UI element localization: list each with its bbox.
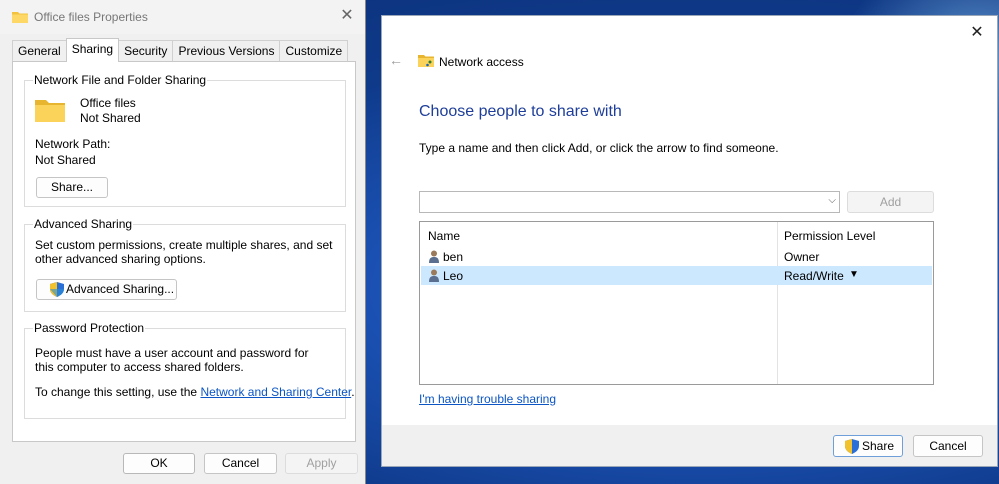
tab-security[interactable]: Security: [118, 40, 174, 61]
add-button[interactable]: Add: [847, 191, 934, 213]
password-protection-group-title: Password Protection: [33, 321, 146, 335]
user-row-ben[interactable]: ben Owner: [421, 247, 932, 266]
advanced-sharing-button-label: Advanced Sharing...: [66, 282, 175, 296]
sharing-tab-panel: Network File and Folder Sharing Office f…: [12, 61, 356, 442]
folder-name: Office files: [80, 96, 136, 110]
network-sharing-group: Network File and Folder Sharing Office f…: [24, 73, 346, 207]
properties-titlebar: Office files Properties ✕: [0, 0, 365, 34]
user-permission: Owner: [784, 250, 820, 264]
share-user-list: Name Permission Level ben Owner Leo Read…: [419, 221, 934, 385]
user-permission[interactable]: Read/Write: [784, 269, 844, 283]
network-access-dialog: ✕ ← Network access Choose people to shar…: [381, 15, 998, 467]
shield-icon: [845, 439, 859, 454]
cancel-button[interactable]: Cancel: [204, 453, 277, 474]
network-path-label: Network Path:: [35, 137, 111, 151]
share-heading: Choose people to share with: [419, 103, 622, 120]
shared-folder-icon: [418, 55, 434, 67]
advanced-sharing-group-title: Advanced Sharing: [33, 217, 134, 231]
advanced-sharing-description: Set custom permissions, create multiple …: [35, 238, 333, 266]
folder-share-status: Not Shared: [80, 111, 141, 125]
tab-customize[interactable]: Customize: [279, 40, 349, 61]
advanced-sharing-button[interactable]: Advanced Sharing...: [36, 279, 177, 300]
user-name: Leo: [443, 269, 464, 283]
column-header-name[interactable]: Name: [428, 229, 460, 243]
password-change-prefix: To change this setting, use the: [35, 385, 201, 399]
dropdown-arrow-icon[interactable]: ▼: [849, 269, 859, 280]
network-sharing-center-link[interactable]: Network and Sharing Center: [200, 385, 351, 399]
network-path-value: Not Shared: [35, 153, 96, 167]
apply-button[interactable]: Apply: [285, 453, 358, 474]
tab-general[interactable]: General: [12, 40, 67, 61]
folder-icon: [12, 12, 28, 23]
properties-title: Office files Properties: [34, 10, 148, 24]
password-protection-description: People must have a user account and pass…: [35, 346, 309, 374]
close-icon[interactable]: ✕: [337, 6, 357, 26]
tab-previous-versions[interactable]: Previous Versions: [172, 40, 281, 61]
trouble-sharing-link[interactable]: I'm having trouble sharing: [419, 392, 556, 406]
advanced-sharing-group: Advanced Sharing Set custom permissions,…: [24, 217, 346, 312]
back-arrow-icon[interactable]: ←: [389, 52, 403, 68]
password-protection-group: Password Protection People must have a u…: [24, 321, 355, 419]
folder-icon: [35, 100, 65, 122]
column-header-permission[interactable]: Permission Level: [784, 229, 875, 243]
share-confirm-label: Share: [862, 439, 895, 453]
user-name: ben: [443, 250, 464, 264]
share-confirm-button[interactable]: Share: [833, 435, 903, 457]
name-combobox[interactable]: ⌵: [419, 191, 840, 213]
network-access-title: Network access: [439, 55, 524, 69]
share-cancel-button[interactable]: Cancel: [913, 435, 983, 457]
user-row-leo[interactable]: Leo Read/Write ▼: [421, 266, 932, 285]
shield-icon: [50, 282, 64, 297]
share-instruction: Type a name and then click Add, or click…: [419, 141, 779, 155]
close-icon[interactable]: ✕: [967, 22, 987, 42]
user-icon: [429, 269, 439, 282]
tab-sharing[interactable]: Sharing: [65, 38, 120, 62]
user-icon: [429, 250, 439, 263]
ok-button[interactable]: OK: [123, 453, 195, 474]
network-sharing-group-title: Network File and Folder Sharing: [33, 73, 208, 87]
properties-dialog: Office files Properties ✕ General Sharin…: [0, 0, 366, 484]
password-change-suffix: .: [351, 385, 355, 399]
password-change-text: To change this setting, use the Network …: [35, 385, 355, 399]
chevron-down-icon[interactable]: ⌵: [828, 195, 836, 206]
share-footer: Share Cancel: [382, 425, 997, 466]
share-button[interactable]: Share...: [36, 177, 108, 198]
properties-tabs: General Sharing Security Previous Versio…: [12, 38, 349, 62]
